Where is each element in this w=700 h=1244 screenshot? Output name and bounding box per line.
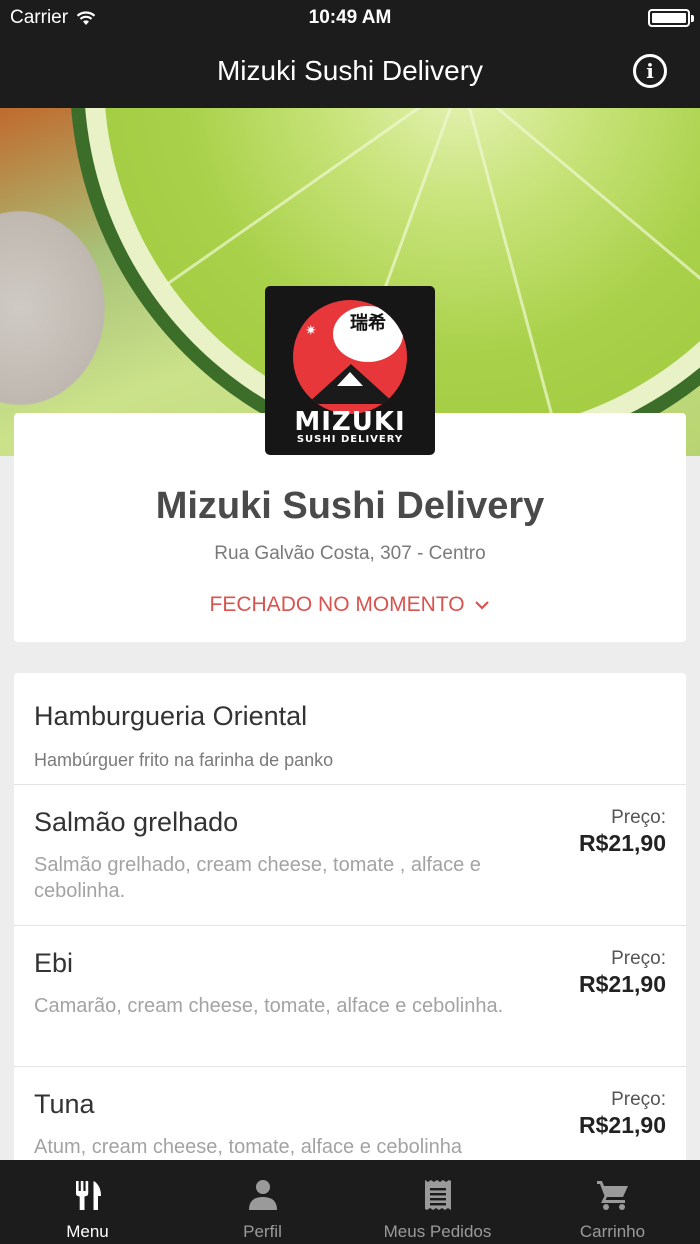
logo-tagline: SUSHI DELIVERY xyxy=(296,434,404,445)
menu-category-header: Hamburgueria Oriental Hambúrguer frito n… xyxy=(14,673,686,785)
price-label: Preço: xyxy=(611,948,666,969)
fork-knife-icon xyxy=(75,1181,101,1210)
cart-icon xyxy=(596,1181,628,1210)
restaurant-address: Rua Galvão Costa, 307 - Centro xyxy=(214,543,486,564)
tab-meus-pedidos[interactable]: Meus Pedidos xyxy=(350,1160,525,1244)
tab-label: Meus Pedidos xyxy=(383,1222,492,1241)
receipt-icon xyxy=(424,1180,451,1210)
navigation-bar: Mizuki Sushi Delivery i xyxy=(0,36,700,108)
tab-perfil[interactable]: Perfil xyxy=(175,1160,350,1244)
chevron-down-icon xyxy=(475,601,490,611)
logo-brand: MIZUKI xyxy=(294,407,406,437)
tab-menu[interactable]: Menu xyxy=(0,1160,175,1244)
battery-icon xyxy=(648,9,694,27)
menu-item[interactable]: Ebi Camarão, cream cheese, tomate, alfac… xyxy=(14,926,686,1067)
menu-item[interactable]: Salmão grelhado Salmão grelhado, cream c… xyxy=(14,785,686,926)
tab-carrinho[interactable]: Carrinho xyxy=(525,1160,700,1244)
opening-status-toggle[interactable]: FECHADO NO MOMENTO xyxy=(14,593,686,617)
clock: 10:49 AM xyxy=(308,7,392,28)
item-name: Salmão grelhado xyxy=(34,807,239,837)
item-description: Camarão, cream cheese, tomate, alface e … xyxy=(34,995,504,1017)
tab-bar: Menu Perfil Meus Pedidos Carrinho xyxy=(0,1160,700,1244)
item-description: Salmão grelhado, cream cheese, tomate , … xyxy=(34,854,481,902)
status-bar: Carrier 10:49 AM xyxy=(0,0,700,36)
price-label: Preço: xyxy=(611,1089,666,1110)
person-icon xyxy=(248,1180,277,1210)
logo-star-icon: ✷ xyxy=(305,322,317,338)
item-name: Ebi xyxy=(34,948,74,978)
tab-label: Perfil xyxy=(243,1222,282,1241)
info-icon[interactable]: i xyxy=(633,54,667,88)
tab-label: Carrinho xyxy=(579,1222,646,1241)
category-description: Hambúrguer frito na farinha de panko xyxy=(34,750,334,770)
item-name: Tuna xyxy=(34,1089,95,1119)
tab-label: Menu xyxy=(66,1222,109,1241)
restaurant-logo: 瑞希 ✷ MIZUKI SUSHI DELIVERY xyxy=(265,286,435,455)
restaurant-name: Mizuki Sushi Delivery xyxy=(155,485,545,527)
price-label: Preço: xyxy=(611,807,666,828)
item-description: Atum, cream cheese, tomate, alface e ceb… xyxy=(34,1136,463,1158)
item-price: R$21,90 xyxy=(579,1112,666,1138)
item-price: R$21,90 xyxy=(579,830,666,856)
nav-title: Mizuki Sushi Delivery xyxy=(216,55,484,86)
menu-list: Hamburgueria Oriental Hambúrguer frito n… xyxy=(14,673,686,1244)
item-price: R$21,90 xyxy=(579,971,666,997)
logo-kanji: 瑞希 xyxy=(333,306,403,362)
opening-status-label: FECHADO NO MOMENTO xyxy=(209,593,465,616)
category-title: Hamburgueria Oriental xyxy=(34,701,308,731)
